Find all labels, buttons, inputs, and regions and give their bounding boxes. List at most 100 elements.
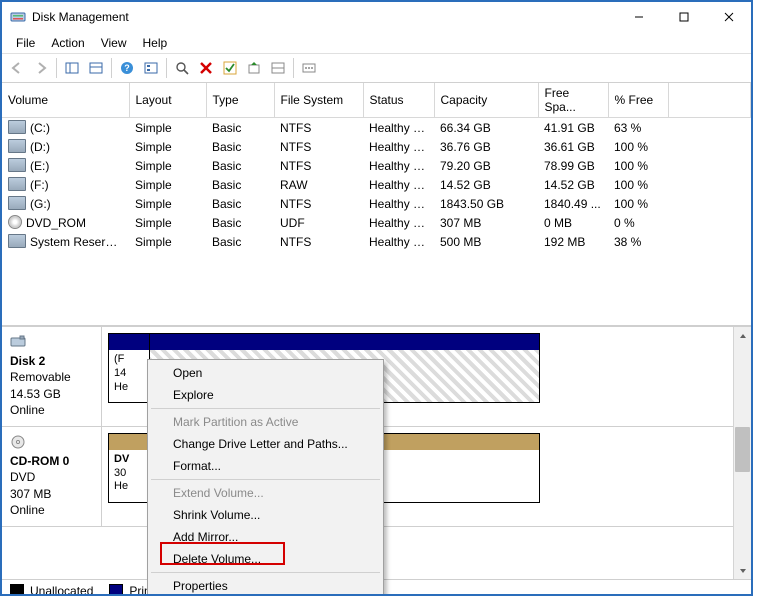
- disk-size: 307 MB: [10, 487, 51, 501]
- scroll-up-button[interactable]: [734, 327, 751, 344]
- volume-fs: NTFS: [274, 232, 363, 251]
- legend-label-unallocated: Unallocated: [30, 584, 93, 596]
- volume-free: 78.99 GB: [538, 156, 608, 175]
- disk-size: 14.53 GB: [10, 387, 61, 401]
- svg-text:?: ?: [124, 63, 130, 73]
- volume-pct: 100 %: [608, 137, 668, 156]
- col-type[interactable]: Type: [206, 83, 274, 118]
- volume-free: 0 MB: [538, 213, 608, 232]
- titlebar[interactable]: Disk Management: [2, 2, 751, 32]
- col-capacity[interactable]: Capacity: [434, 83, 538, 118]
- volume-fs: NTFS: [274, 156, 363, 175]
- volume-fs: NTFS: [274, 118, 363, 138]
- volume-free: 36.61 GB: [538, 137, 608, 156]
- volume-type: Basic: [206, 137, 274, 156]
- volume-name: (G:): [30, 197, 51, 211]
- volume-name: (D:): [30, 140, 50, 154]
- legend-swatch-primary: [109, 584, 123, 596]
- table-row[interactable]: System ReservedSimpleBasicNTFSHealthy (S…: [2, 232, 751, 251]
- table-row[interactable]: DVD_ROMSimpleBasicUDFHealthy (P...307 MB…: [2, 213, 751, 232]
- table-row[interactable]: (G:)SimpleBasicNTFSHealthy (P...1843.50 …: [2, 194, 751, 213]
- menu-file[interactable]: File: [8, 34, 43, 52]
- refresh-button[interactable]: [171, 57, 193, 79]
- back-button[interactable]: [6, 57, 28, 79]
- ctx-extend-volume: Extend Volume...: [149, 482, 382, 504]
- volume-type: Basic: [206, 118, 274, 138]
- volume-type: Basic: [206, 175, 274, 194]
- close-button[interactable]: [706, 2, 751, 32]
- settings-button[interactable]: [243, 57, 265, 79]
- delete-button[interactable]: [195, 57, 217, 79]
- volume-free: 1840.49 ...: [538, 194, 608, 213]
- col-status[interactable]: Status: [363, 83, 434, 118]
- volume-status: Healthy (P...: [363, 213, 434, 232]
- maximize-button[interactable]: [661, 2, 706, 32]
- volume-type: Basic: [206, 232, 274, 251]
- properties-button[interactable]: [140, 57, 162, 79]
- col-pad: [668, 83, 751, 118]
- volume-type: Basic: [206, 213, 274, 232]
- volume-icon: [8, 196, 26, 210]
- volume-list-pane[interactable]: Volume Layout Type File System Status Ca…: [2, 83, 751, 326]
- table-row[interactable]: (F:)SimpleBasicRAWHealthy (A...14.52 GB1…: [2, 175, 751, 194]
- ctx-format[interactable]: Format...: [149, 455, 382, 477]
- menu-view[interactable]: View: [93, 34, 135, 52]
- volume-name: DVD_ROM: [26, 216, 86, 230]
- volume-layout: Simple: [129, 118, 206, 138]
- volume-pct: 38 %: [608, 232, 668, 251]
- menu-action[interactable]: Action: [43, 34, 92, 52]
- col-volume[interactable]: Volume: [2, 83, 129, 118]
- ctx-add-mirror[interactable]: Add Mirror...: [149, 526, 382, 548]
- volume-free: 41.91 GB: [538, 118, 608, 138]
- volume-capacity: 79.20 GB: [434, 156, 538, 175]
- checklist-button[interactable]: [219, 57, 241, 79]
- table-row[interactable]: (E:)SimpleBasicNTFSHealthy (P...79.20 GB…: [2, 156, 751, 175]
- more-options-button[interactable]: [298, 57, 320, 79]
- ctx-shrink-volume[interactable]: Shrink Volume...: [149, 504, 382, 526]
- volume-layout: Simple: [129, 137, 206, 156]
- volume-pct: 100 %: [608, 194, 668, 213]
- disk-management-window: Disk Management File Action View Help ?: [0, 0, 753, 596]
- volume-icon: [8, 234, 26, 248]
- col-layout[interactable]: Layout: [129, 83, 206, 118]
- col-pct-free[interactable]: % Free: [608, 83, 668, 118]
- ctx-change-drive-letter[interactable]: Change Drive Letter and Paths...: [149, 433, 382, 455]
- scroll-thumb[interactable]: [735, 427, 750, 472]
- volume-name: System Reserved: [30, 235, 125, 249]
- volume-icon: [8, 139, 26, 153]
- disk-name: CD-ROM 0: [10, 454, 69, 468]
- ctx-properties[interactable]: Properties: [149, 575, 382, 596]
- volume-type: Basic: [206, 194, 274, 213]
- minimize-button[interactable]: [616, 2, 661, 32]
- menu-help[interactable]: Help: [135, 34, 176, 52]
- volume-capacity: 1843.50 GB: [434, 194, 538, 213]
- ctx-open[interactable]: Open: [149, 362, 382, 384]
- col-filesystem[interactable]: File System: [274, 83, 363, 118]
- col-free-space[interactable]: Free Spa...: [538, 83, 608, 118]
- ctx-delete-volume[interactable]: Delete Volume...: [149, 548, 382, 570]
- volume-icon: [8, 120, 26, 134]
- forward-button[interactable]: [30, 57, 52, 79]
- volume-fs: RAW: [274, 175, 363, 194]
- show-hide-console-tree-button[interactable]: [85, 57, 107, 79]
- volume-free: 192 MB: [538, 232, 608, 251]
- partition-f-label[interactable]: (F 14 He: [109, 350, 149, 402]
- volume-capacity: 307 MB: [434, 213, 538, 232]
- layout-button[interactable]: [267, 57, 289, 79]
- volume-capacity: 66.34 GB: [434, 118, 538, 138]
- vertical-scrollbar[interactable]: [733, 327, 751, 579]
- show-hide-action-pane-button[interactable]: [61, 57, 83, 79]
- window-title: Disk Management: [32, 10, 616, 24]
- scroll-down-button[interactable]: [734, 562, 751, 579]
- volume-status: Healthy (P...: [363, 137, 434, 156]
- toolbar: ?: [2, 54, 751, 83]
- cd-icon: [8, 215, 22, 229]
- table-row[interactable]: (C:)SimpleBasicNTFSHealthy (B...66.34 GB…: [2, 118, 751, 138]
- disk-name: Disk 2: [10, 354, 45, 368]
- help-button[interactable]: ?: [116, 57, 138, 79]
- volume-fs: NTFS: [274, 194, 363, 213]
- volume-pct: 100 %: [608, 175, 668, 194]
- ctx-explore[interactable]: Explore: [149, 384, 382, 406]
- volume-status: Healthy (B...: [363, 118, 434, 138]
- table-row[interactable]: (D:)SimpleBasicNTFSHealthy (P...36.76 GB…: [2, 137, 751, 156]
